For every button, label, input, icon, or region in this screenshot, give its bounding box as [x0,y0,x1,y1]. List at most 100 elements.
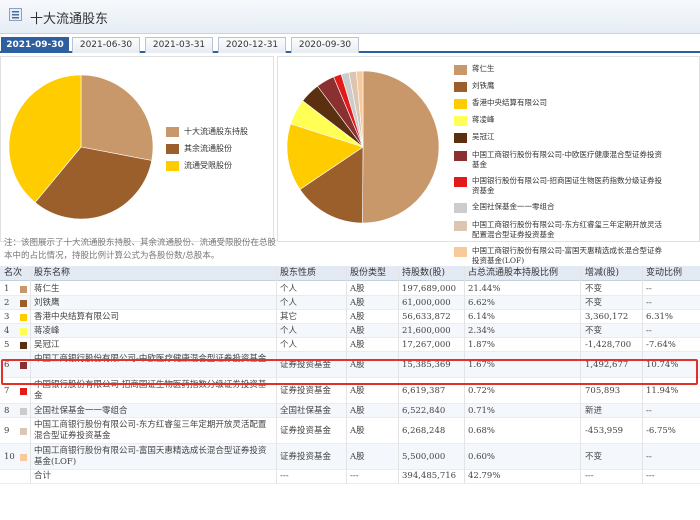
cell-rank: 4 [4,325,10,336]
color-marker [20,327,27,335]
table-row[interactable]: 2 刘铁鹰 个人 A股 61,000,000 6.62% 不变 -- [0,296,700,310]
cell-change: 新进 [585,405,603,416]
float-structure-pie [8,74,154,220]
legend-swatch [454,116,467,126]
top10-holders-panel: 蒋仁生 刘铁鹰 香港中央结算有限公司 蒋凌峰 吴冠江 中国工商银行股份有限公司-中欧医疗健… [277,56,700,265]
cell-change-pct: -7.64% [646,339,676,350]
legend-item: 全国社保基金一一零组合 [454,202,664,215]
legend-item: 刘铁鹰 [454,81,664,94]
legend-label: 其余流通股份 [184,144,232,153]
cell-ratio: 0.72% [468,385,496,396]
cell-type: A股 [350,283,365,294]
cell-rank: 3 [4,311,10,322]
cell-type: A股 [350,451,365,462]
cell-name[interactable]: 蒋仁生 [34,284,274,295]
total-cell-label: 合计 [34,471,52,481]
cell-shares: 17,267,000 [402,339,451,350]
cell-name[interactable]: 吴冠江 [34,340,274,351]
legend-swatch [166,127,179,137]
top10-holders-pie [286,70,440,224]
header-rank: 名次 [4,268,23,278]
tab-2020-12-31[interactable]: 2020-12-31 [218,37,286,53]
cell-change: -453,959 [585,425,624,436]
table-row[interactable]: 1 蒋仁生 个人 A股 197,689,000 21.44% 不变 -- [0,282,700,296]
cell-shares: 6,522,840 [402,405,446,416]
cell-nature: 证券投资基金 [280,425,332,436]
cell-name[interactable]: 中国工商银行股份有限公司-东方红睿玺三年定期开放灵活配置混合型证券投资基金 [34,420,274,442]
legend-swatch [166,161,179,171]
legend-swatch [454,133,467,143]
cell-change: 不变 [585,325,603,336]
cell-shares: 5,500,000 [402,451,446,462]
legend-swatch [454,247,467,257]
legend-label: 蒋凌峰 [472,115,495,124]
cell-nature: 全国社保基金 [280,405,332,416]
cell-nature: 个人 [280,297,298,308]
legend-item: 香港中央结算有限公司 [454,98,664,111]
cell-change: 不变 [585,451,603,462]
cell-ratio: 0.71% [468,405,496,416]
total-cell-type: --- [350,471,359,481]
legend-item: 蒋凌峰 [454,115,664,128]
cell-rank: 8 [4,405,10,416]
cell-ratio: 1.87% [468,339,496,350]
table-row[interactable]: 5 吴冠江 个人 A股 17,267,000 1.87% -1,428,700 -7.64% [0,338,700,352]
cell-nature: 证券投资基金 [280,451,332,462]
cell-type: A股 [350,325,365,336]
tab-2021-09-30[interactable]: 2021-09-30 [1,37,69,53]
cell-name[interactable]: 刘铁鹰 [34,298,274,309]
cell-shares: 21,600,000 [402,325,451,336]
cell-rank: 5 [4,339,10,350]
cell-name[interactable]: 香港中央结算有限公司 [34,312,274,323]
cell-nature: 个人 [280,325,298,336]
cell-change-pct: -- [646,325,652,336]
tab-2021-06-30[interactable]: 2021-06-30 [72,37,140,53]
table-row[interactable]: 9 中国工商银行股份有限公司-东方红睿玺三年定期开放灵活配置混合型证券投资基金 证券… [0,418,700,444]
table-row[interactable]: 4 蒋凌峰 个人 A股 21,600,000 2.34% 不变 -- [0,324,700,338]
table-row[interactable]: 3 香港中央结算有限公司 其它 A股 56,633,872 6.14% 3,360,172 6… [0,310,700,324]
cell-nature: 证券投资基金 [280,385,332,396]
header-change-pct: 变动比例 [646,268,683,278]
legend-item: 中国工商银行股份有限公司-富国天惠精选成长混合型证券投资基金(LOF) [454,246,664,265]
top10-holders-slice-1[interactable] [362,70,440,224]
legend-label: 香港中央结算有限公司 [472,98,547,107]
color-marker [20,341,27,349]
total-cell-change-pct: --- [646,471,655,481]
legend-item: 中国工商银行股份有限公司-中欧医疗健康混合型证券投资基金 [454,150,664,169]
cell-change: 3,360,172 [585,311,629,322]
cell-name[interactable]: 中国工商银行股份有限公司-富国天惠精选成长混合型证券投资基金(LOF) [34,446,274,468]
legend-label: 中国工商银行股份有限公司-富国天惠精选成长混合型证券投资基金(LOF) [472,246,663,265]
color-marker [20,427,27,435]
cell-shares: 61,000,000 [402,297,451,308]
legend-label: 中国工商银行股份有限公司-中欧医疗健康混合型证券投资基金 [472,150,663,169]
header-type: 股份类型 [350,268,387,278]
float-structure-slice-1[interactable] [80,74,154,161]
section-header: 十大流通股东 [0,0,700,34]
cell-change-pct: -6.75% [646,425,676,436]
cell-change-pct: -- [646,283,652,294]
legend-swatch [166,144,179,154]
legend-label: 刘铁鹰 [472,81,495,90]
header-ratio: 占总流通股本持股比例 [468,268,559,278]
cell-name[interactable]: 全国社保基金一一零组合 [34,406,274,417]
color-marker [20,407,27,415]
cell-ratio: 6.62% [468,297,496,308]
cell-ratio: 0.60% [468,451,496,462]
legend-item: 蒋仁生 [454,64,664,77]
cell-change: 不变 [585,297,603,308]
color-marker [20,299,27,307]
table-total-row: 合计 --- --- 394,485,716 42.79% --- --- [0,470,700,484]
cell-shares: 197,689,000 [402,283,457,294]
table-row[interactable]: 8 全国社保基金一一零组合 全国社保基金 A股 6,522,840 0.71% 新进 -- [0,404,700,418]
tab-2021-03-31[interactable]: 2021-03-31 [145,37,213,53]
cell-nature: 个人 [280,339,298,350]
cell-shares: 6,268,248 [402,425,446,436]
cell-name[interactable]: 蒋凌峰 [34,326,274,337]
chart-note: 注：该图展示了十大流通股东持股、其余流通股份、流通受限股份在总股本中的占比情况，… [4,238,277,261]
cell-type: A股 [350,425,365,436]
cell-nature: 其它 [280,311,298,322]
table-row[interactable]: 10 中国工商银行股份有限公司-富国天惠精选成长混合型证券投资基金(LOF) 证券投… [0,444,700,470]
cell-rank: 7 [4,385,10,396]
legend-label: 中国银行股份有限公司-招商国证生物医药指数分级证券投资基金 [472,176,663,195]
tab-2020-09-30[interactable]: 2020-09-30 [291,37,359,53]
